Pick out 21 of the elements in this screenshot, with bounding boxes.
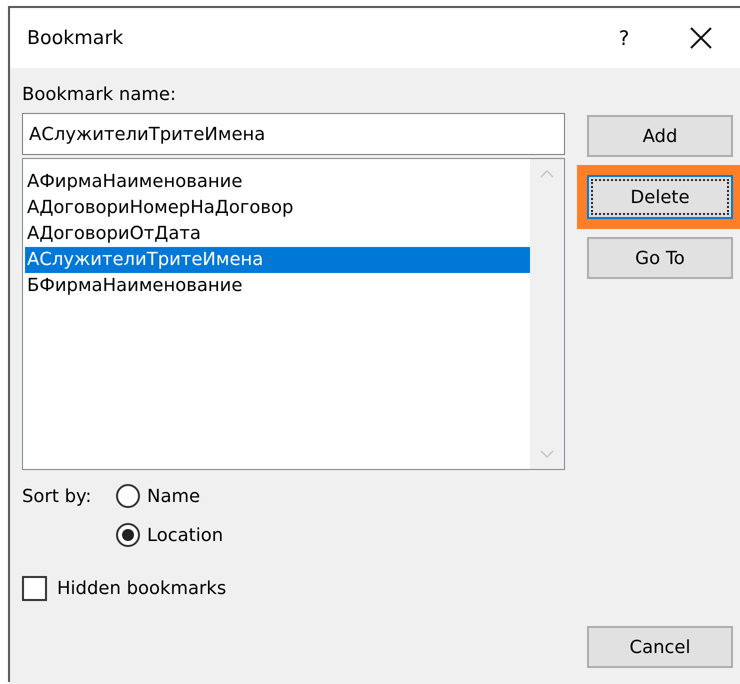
list-item[interactable]: АДоговориНомерНаДоговор	[25, 195, 530, 221]
delete-button[interactable]: Delete	[587, 175, 733, 219]
field-label: Bookmark name:	[22, 84, 178, 107]
close-icon[interactable]	[690, 27, 712, 49]
list-item[interactable]: БФирмаНаименование	[25, 273, 530, 299]
sort-label: Sort by:	[22, 486, 92, 506]
radio-label[interactable]: Name	[147, 486, 200, 506]
list-item[interactable]: АДоговориОтДата	[25, 221, 530, 247]
list-item[interactable]: АФирмаНаименование	[25, 169, 530, 195]
checkbox-label[interactable]: Hidden bookmarks	[57, 578, 226, 599]
checkbox[interactable]	[22, 576, 47, 601]
go-to-button[interactable]: Go To	[587, 237, 733, 279]
radio-label[interactable]: Location	[147, 524, 224, 546]
add-button[interactable]: Add	[587, 115, 733, 157]
bookmark-name-field[interactable]: АСлужителиТритеИмена	[22, 113, 565, 155]
list-item[interactable]: АСлужителиТритеИмена	[25, 247, 530, 273]
window-title: Bookmark	[27, 27, 124, 49]
radio-button[interactable]	[116, 523, 140, 547]
help-button[interactable]: ?	[604, 26, 644, 50]
radio-button[interactable]	[116, 484, 140, 508]
cancel-button[interactable]: Cancel	[587, 626, 733, 668]
